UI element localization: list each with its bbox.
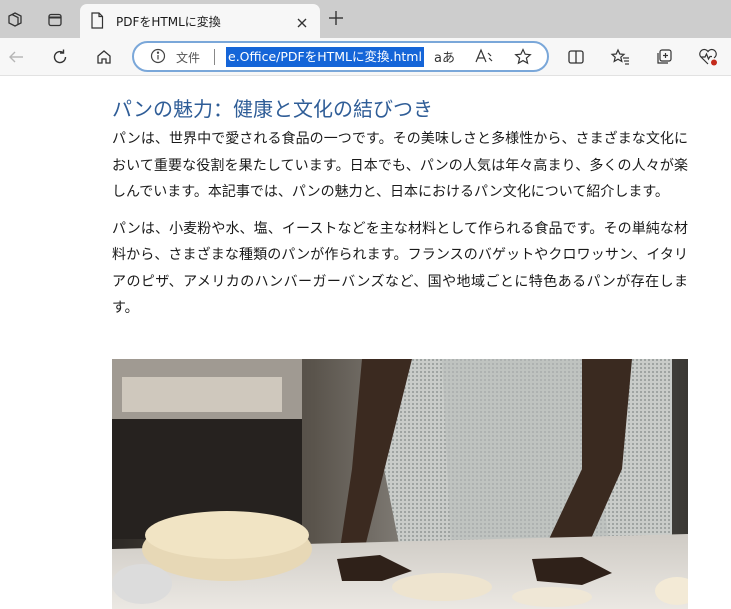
close-tab-icon[interactable] xyxy=(296,14,308,33)
site-info-label[interactable]: 文件 xyxy=(176,49,200,66)
url-text-selected[interactable]: e.Office/PDFをHTMLに変換.html xyxy=(226,47,424,67)
tab-actions-icon[interactable] xyxy=(42,7,68,33)
toolbar: 文件 e.Office/PDFをHTMLに変換.html aあ xyxy=(0,38,731,76)
favorite-star-icon[interactable] xyxy=(514,48,532,69)
favorites-icon[interactable] xyxy=(606,43,634,71)
new-tab-button[interactable] xyxy=(326,8,346,32)
baker-kneading-dough-photo xyxy=(112,359,688,609)
article-title: パンの魅力：健康と文化の結びつき xyxy=(112,97,433,121)
tab-strip: PDFをHTMLに変換 xyxy=(0,0,731,38)
article-paragraph-1: パンは、世界中で愛される食品の一つです。その美味しさと多様性から、さまざまな文化… xyxy=(112,131,688,200)
tab-active[interactable]: PDFをHTMLに変換 xyxy=(80,4,320,38)
health-icon[interactable] xyxy=(694,43,722,71)
text-size-icon[interactable] xyxy=(474,48,494,68)
back-icon[interactable] xyxy=(2,43,30,71)
address-bar[interactable]: 文件 e.Office/PDFをHTMLに変換.html aあ xyxy=(132,41,549,72)
split-screen-icon[interactable] xyxy=(562,43,590,71)
document-icon xyxy=(90,12,104,33)
info-icon[interactable] xyxy=(150,48,166,68)
home-icon[interactable] xyxy=(90,43,118,71)
reload-icon[interactable] xyxy=(46,43,74,71)
collections-icon[interactable] xyxy=(650,43,678,71)
tab-title: PDFをHTMLに変換 xyxy=(116,15,221,29)
address-divider xyxy=(214,49,215,65)
article-paragraph-2: パンは、小麦粉や水、塩、イーストなどを主な材料として作られる食品です。その単純な… xyxy=(112,220,688,317)
article: パンの魅力：健康と文化の結びつき パンは、世界中で愛される食品の一つです。その美… xyxy=(112,76,688,332)
read-aloud-icon[interactable]: aあ xyxy=(434,47,455,66)
workspaces-icon[interactable] xyxy=(2,7,28,33)
